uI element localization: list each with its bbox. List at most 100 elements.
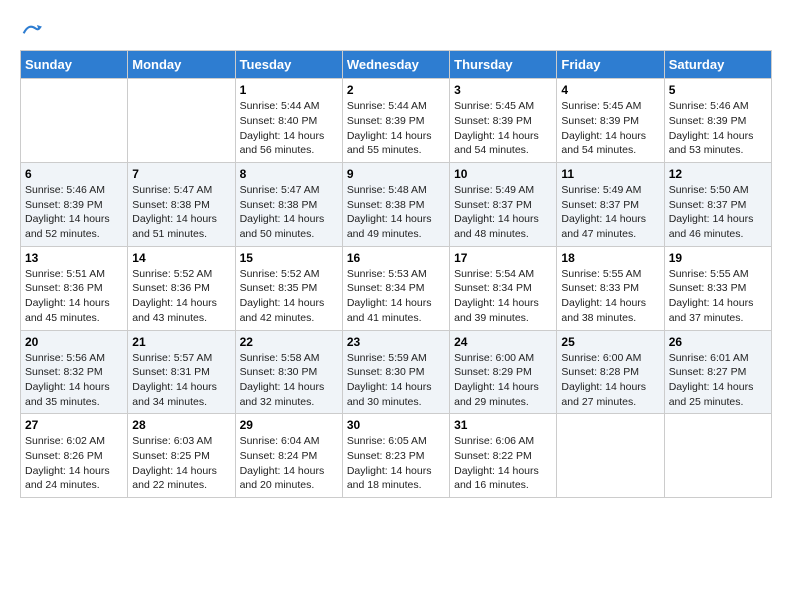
calendar-cell: 5 Sunrise: 5:46 AM Sunset: 8:39 PM Daylig… [664, 79, 771, 163]
day-number: 12 [669, 167, 767, 181]
day-info: Sunrise: 5:45 AM Sunset: 8:39 PM Dayligh… [454, 99, 552, 158]
calendar-cell: 3Sunrise: 5:45 AM Sunset: 8:39 PM Daylig… [450, 79, 557, 163]
calendar-cell: 26 Sunrise: 6:01 AM Sunset: 8:27 PM Dayli… [664, 330, 771, 414]
calendar-cell [128, 79, 235, 163]
day-number: 31 [454, 418, 552, 432]
day-number: 7 [132, 167, 230, 181]
logo-icon [22, 20, 42, 40]
day-number: 9 [347, 167, 445, 181]
day-info: Sunrise: 5:46 AM Sunset: 8:39 PM Dayligh… [669, 99, 767, 158]
day-of-week-header: Wednesday [342, 51, 449, 79]
calendar-week-row: 27Sunrise: 6:02 AM Sunset: 8:26 PM Dayli… [21, 414, 772, 498]
day-info: Sunrise: 5:58 AM Sunset: 8:30 PM Dayligh… [240, 351, 338, 410]
calendar-week-row: 13Sunrise: 5:51 AM Sunset: 8:36 PM Dayli… [21, 246, 772, 330]
day-number: 29 [240, 418, 338, 432]
day-info: Sunrise: 5:46 AM Sunset: 8:39 PM Dayligh… [25, 183, 123, 242]
calendar-table: SundayMondayTuesdayWednesdayThursdayFrid… [20, 50, 772, 498]
day-of-week-header: Sunday [21, 51, 128, 79]
day-of-week-header: Monday [128, 51, 235, 79]
day-info: Sunrise: 5:50 AM Sunset: 8:37 PM Dayligh… [669, 183, 767, 242]
calendar-cell: 27Sunrise: 6:02 AM Sunset: 8:26 PM Dayli… [21, 414, 128, 498]
calendar-cell [21, 79, 128, 163]
day-number: 6 [25, 167, 123, 181]
day-info: Sunrise: 5:48 AM Sunset: 8:38 PM Dayligh… [347, 183, 445, 242]
calendar-week-row: 6 Sunrise: 5:46 AM Sunset: 8:39 PM Daylig… [21, 163, 772, 247]
day-of-week-header: Friday [557, 51, 664, 79]
day-number: 21 [132, 335, 230, 349]
day-info: Sunrise: 5:47 AM Sunset: 8:38 PM Dayligh… [132, 183, 230, 242]
day-info: Sunrise: 5:49 AM Sunset: 8:37 PM Dayligh… [454, 183, 552, 242]
calendar-cell: 6 Sunrise: 5:46 AM Sunset: 8:39 PM Daylig… [21, 163, 128, 247]
day-info: Sunrise: 5:56 AM Sunset: 8:32 PM Dayligh… [25, 351, 123, 410]
day-info: Sunrise: 5:55 AM Sunset: 8:33 PM Dayligh… [561, 267, 659, 326]
day-number: 10 [454, 167, 552, 181]
calendar-cell: 18 Sunrise: 5:55 AM Sunset: 8:33 PM Dayli… [557, 246, 664, 330]
calendar-cell: 25 Sunrise: 6:00 AM Sunset: 8:28 PM Dayli… [557, 330, 664, 414]
day-info: Sunrise: 5:53 AM Sunset: 8:34 PM Dayligh… [347, 267, 445, 326]
day-info: Sunrise: 6:02 AM Sunset: 8:26 PM Dayligh… [25, 434, 123, 493]
day-number: 2 [347, 83, 445, 97]
day-info: Sunrise: 5:54 AM Sunset: 8:34 PM Dayligh… [454, 267, 552, 326]
calendar-cell: 21 Sunrise: 5:57 AM Sunset: 8:31 PM Dayli… [128, 330, 235, 414]
calendar-cell [664, 414, 771, 498]
calendar-cell: 9 Sunrise: 5:48 AM Sunset: 8:38 PM Daylig… [342, 163, 449, 247]
day-info: Sunrise: 5:57 AM Sunset: 8:31 PM Dayligh… [132, 351, 230, 410]
calendar-cell [557, 414, 664, 498]
day-number: 24 [454, 335, 552, 349]
calendar-cell: 31 Sunrise: 6:06 AM Sunset: 8:22 PM Dayli… [450, 414, 557, 498]
day-number: 1 [240, 83, 338, 97]
day-number: 14 [132, 251, 230, 265]
day-info: Sunrise: 5:49 AM Sunset: 8:37 PM Dayligh… [561, 183, 659, 242]
calendar-cell: 4 Sunrise: 5:45 AM Sunset: 8:39 PM Daylig… [557, 79, 664, 163]
calendar-cell: 14 Sunrise: 5:52 AM Sunset: 8:36 PM Dayli… [128, 246, 235, 330]
day-number: 5 [669, 83, 767, 97]
day-info: Sunrise: 6:05 AM Sunset: 8:23 PM Dayligh… [347, 434, 445, 493]
day-number: 25 [561, 335, 659, 349]
calendar-cell: 8 Sunrise: 5:47 AM Sunset: 8:38 PM Daylig… [235, 163, 342, 247]
day-number: 15 [240, 251, 338, 265]
day-info: Sunrise: 5:47 AM Sunset: 8:38 PM Dayligh… [240, 183, 338, 242]
calendar-week-row: 20Sunrise: 5:56 AM Sunset: 8:32 PM Dayli… [21, 330, 772, 414]
calendar-cell: 24 Sunrise: 6:00 AM Sunset: 8:29 PM Dayli… [450, 330, 557, 414]
day-number: 23 [347, 335, 445, 349]
day-info: Sunrise: 6:01 AM Sunset: 8:27 PM Dayligh… [669, 351, 767, 410]
calendar-cell: 16 Sunrise: 5:53 AM Sunset: 8:34 PM Dayli… [342, 246, 449, 330]
day-info: Sunrise: 6:00 AM Sunset: 8:29 PM Dayligh… [454, 351, 552, 410]
day-number: 11 [561, 167, 659, 181]
calendar-cell: 13Sunrise: 5:51 AM Sunset: 8:36 PM Dayli… [21, 246, 128, 330]
calendar-cell: 20Sunrise: 5:56 AM Sunset: 8:32 PM Dayli… [21, 330, 128, 414]
calendar-cell: 19Sunrise: 5:55 AM Sunset: 8:33 PM Dayli… [664, 246, 771, 330]
day-number: 26 [669, 335, 767, 349]
day-info: Sunrise: 6:00 AM Sunset: 8:28 PM Dayligh… [561, 351, 659, 410]
day-number: 8 [240, 167, 338, 181]
logo-text [20, 20, 42, 40]
day-info: Sunrise: 6:06 AM Sunset: 8:22 PM Dayligh… [454, 434, 552, 493]
day-number: 30 [347, 418, 445, 432]
calendar-cell: 30 Sunrise: 6:05 AM Sunset: 8:23 PM Dayli… [342, 414, 449, 498]
calendar-cell: 1 Sunrise: 5:44 AM Sunset: 8:40 PM Daylig… [235, 79, 342, 163]
day-info: Sunrise: 5:44 AM Sunset: 8:40 PM Dayligh… [240, 99, 338, 158]
day-number: 28 [132, 418, 230, 432]
day-of-week-header: Tuesday [235, 51, 342, 79]
day-number: 16 [347, 251, 445, 265]
day-number: 4 [561, 83, 659, 97]
calendar-cell: 2 Sunrise: 5:44 AM Sunset: 8:39 PM Daylig… [342, 79, 449, 163]
day-number: 13 [25, 251, 123, 265]
calendar-cell: 28Sunrise: 6:03 AM Sunset: 8:25 PM Dayli… [128, 414, 235, 498]
calendar-cell: 12 Sunrise: 5:50 AM Sunset: 8:37 PM Dayli… [664, 163, 771, 247]
day-info: Sunrise: 5:45 AM Sunset: 8:39 PM Dayligh… [561, 99, 659, 158]
day-info: Sunrise: 5:55 AM Sunset: 8:33 PM Dayligh… [669, 267, 767, 326]
day-info: Sunrise: 5:59 AM Sunset: 8:30 PM Dayligh… [347, 351, 445, 410]
day-number: 17 [454, 251, 552, 265]
page-header [20, 20, 772, 40]
day-of-week-header: Saturday [664, 51, 771, 79]
day-info: Sunrise: 6:04 AM Sunset: 8:24 PM Dayligh… [240, 434, 338, 493]
calendar-cell: 22 Sunrise: 5:58 AM Sunset: 8:30 PM Dayli… [235, 330, 342, 414]
day-info: Sunrise: 5:44 AM Sunset: 8:39 PM Dayligh… [347, 99, 445, 158]
day-number: 22 [240, 335, 338, 349]
day-info: Sunrise: 5:52 AM Sunset: 8:36 PM Dayligh… [132, 267, 230, 326]
day-number: 18 [561, 251, 659, 265]
calendar-header-row: SundayMondayTuesdayWednesdayThursdayFrid… [21, 51, 772, 79]
logo [20, 20, 42, 40]
calendar-cell: 7 Sunrise: 5:47 AM Sunset: 8:38 PM Daylig… [128, 163, 235, 247]
